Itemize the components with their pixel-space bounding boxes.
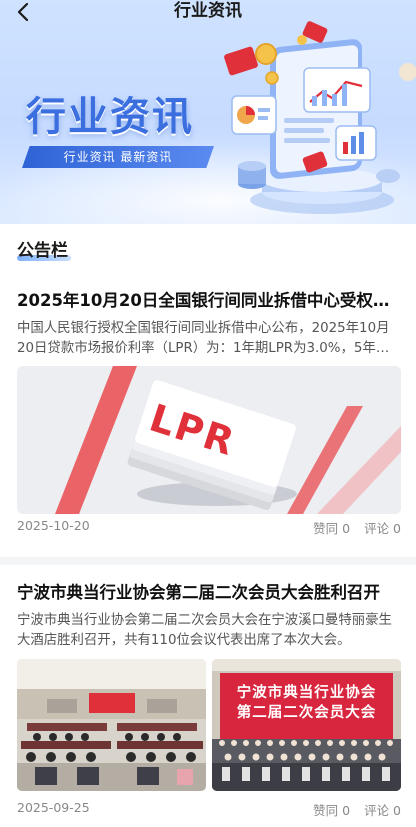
meeting-photo-group: 宁波市典当行业协会 第二届二次会员大会 [212,659,401,791]
article-date: 2025-09-25 [17,800,90,815]
article-card-lpr[interactable]: 2025年10月20日全国银行间同业拆借中心受权公布贷款市场报价利率（LPR） … [17,290,401,554]
article-image-lpr: LPR [17,366,401,514]
article-card-meeting[interactable]: 宁波市典当行业协会第二届二次会员大会胜利召开 宁波市典当行业协会第二届二次会员大… [17,582,401,827]
section-title: 公告栏 [17,241,68,261]
article-title: 2025年10月20日全国银行间同业拆借中心受权公布贷款市场报价利率（LPR） [17,291,401,310]
card-divider [0,557,416,565]
article-title: 宁波市典当行业协会第二届二次会员大会胜利召开 [17,583,380,602]
section-header: 公告栏 [17,236,71,270]
article-image-gallery: 宁波市典当行业协会 第二届二次会员大会 [17,659,401,791]
article-date: 2025-10-20 [17,518,90,533]
like-count[interactable]: 赞同 0 [313,521,350,536]
article-summary: 宁波市典当行业协会第二届二次会员大会在宁波溪口曼特丽豪生大酒店胜利召开，共有11… [17,613,392,648]
banner-subtitle: 行业资讯 最新资讯 [63,150,173,164]
header-banner: 行业资讯 行业资讯 行业资讯 最新资讯 [0,0,416,224]
article-meta: 2025-10-20 赞同 0 评论 0 [17,518,401,538]
article-stats: 赞同 0 评论 0 [303,518,401,537]
article-summary: 中国人民银行授权全国银行间同业拆借中心公布，2025年10月20日贷款市场报价利… [17,321,390,356]
banner-title: 行业资讯 [26,94,194,140]
meeting-photo-hall [17,659,206,791]
article-stats: 赞同 0 评论 0 [303,800,401,819]
meeting-banner-line2: 第二届二次会员大会 [236,705,377,721]
comment-count[interactable]: 评论 0 [364,521,401,536]
finance-illustration [224,21,416,214]
news-list: 公告栏 2025年10月20日全国银行间同业拆借中心受权公布贷款市场报价利率（L… [0,224,416,827]
meeting-banner-line1: 宁波市典当行业协会 [236,685,377,701]
comment-count[interactable]: 评论 0 [364,803,401,818]
like-count[interactable]: 赞同 0 [313,803,350,818]
article-meta: 2025-09-25 赞同 0 评论 0 [17,800,401,820]
banner-subtitle-ribbon: 行业资讯 最新资讯 [22,146,214,168]
